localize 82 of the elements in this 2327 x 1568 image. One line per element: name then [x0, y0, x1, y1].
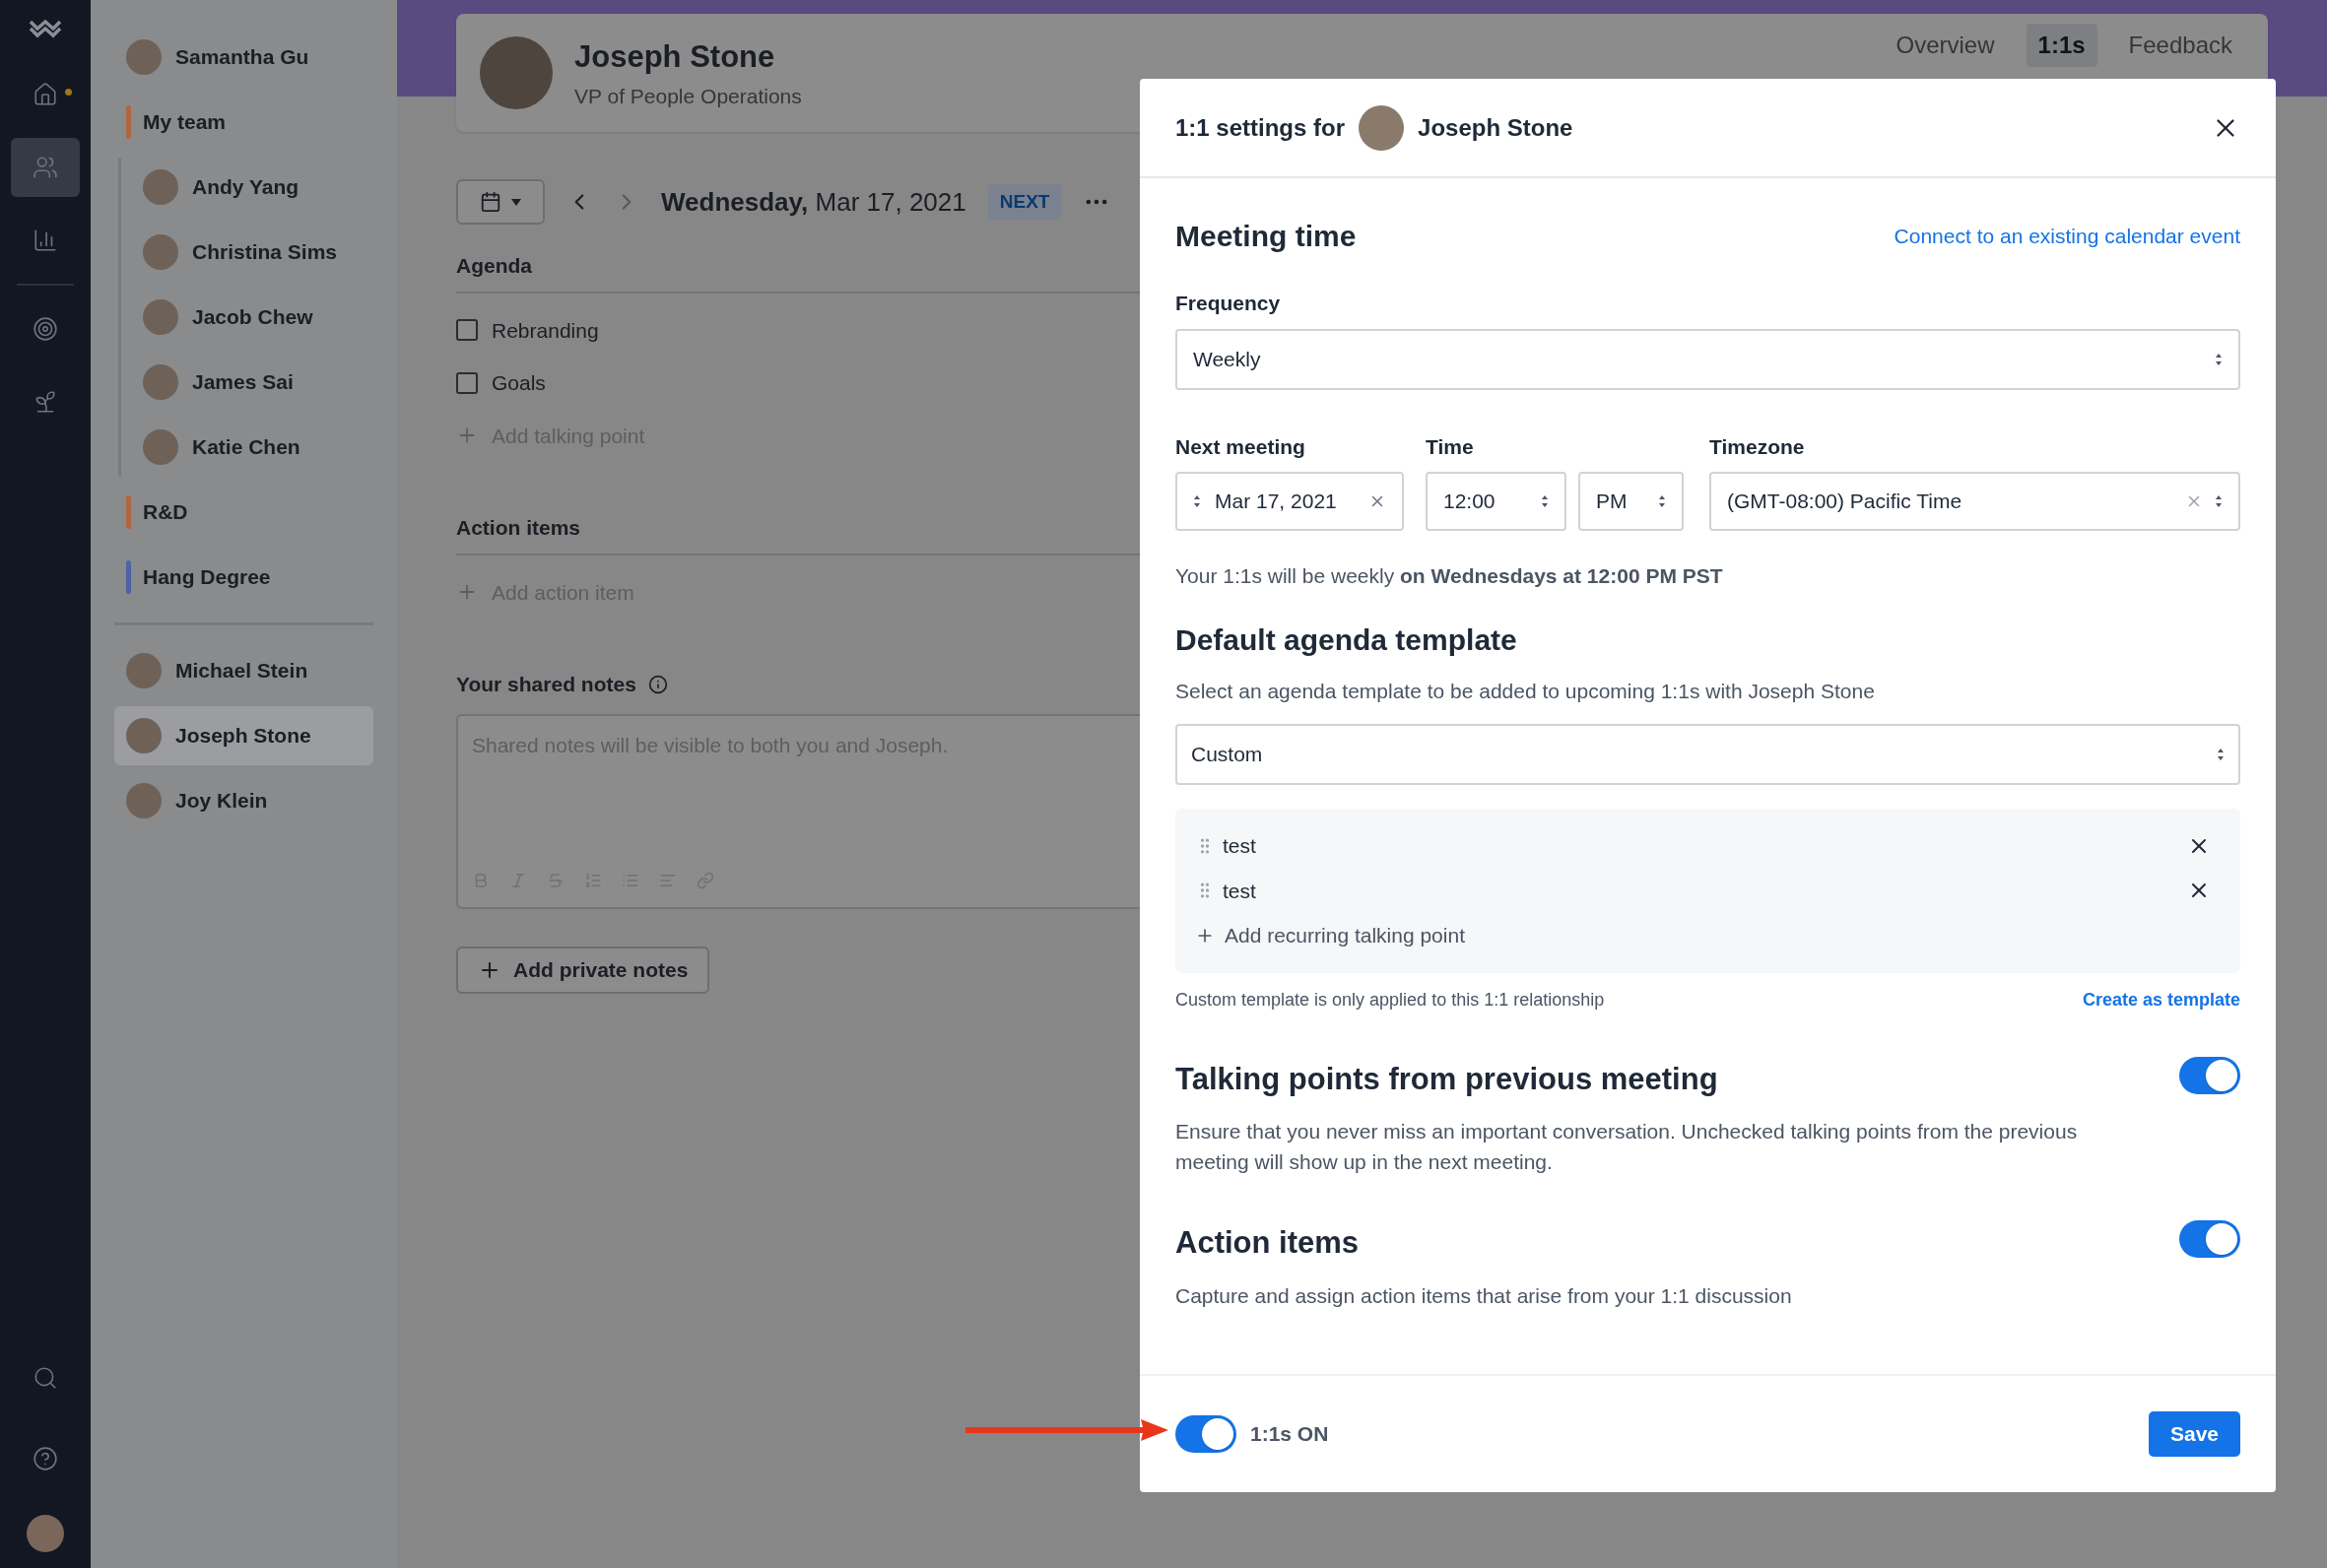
add-recurring-point-link[interactable]: Add recurring talking point: [1225, 920, 1465, 951]
calendar-icon: [480, 191, 501, 213]
sidebar-item[interactable]: Samantha Gu: [114, 28, 373, 87]
updown-icon: [1541, 494, 1549, 508]
chart-icon: [33, 228, 58, 253]
avatar: [143, 169, 178, 205]
field-label: Next meeting: [1175, 433, 1306, 460]
avatar: [143, 234, 178, 270]
avatar: [126, 39, 162, 75]
template-item: test: [1223, 833, 1257, 859]
profile-name: Joseph Stone: [574, 38, 776, 76]
calendar-link[interactable]: Connect to an existing calendar event: [1894, 220, 2240, 252]
checkbox[interactable]: [456, 319, 478, 342]
updown-icon: [2217, 748, 2225, 761]
search-icon[interactable]: [33, 1365, 58, 1391]
updown-icon: [1658, 494, 1666, 508]
target-icon: [33, 316, 58, 342]
field-label: Time: [1426, 433, 1475, 460]
sidebar-item[interactable]: Christina Sims: [131, 223, 373, 282]
avatar: [143, 299, 178, 335]
toggle-label: 1:1s ON: [1250, 1421, 1329, 1448]
add-private-notes-button[interactable]: Add private notes: [456, 946, 710, 994]
toggle-switch[interactable]: [1175, 1415, 1236, 1453]
date-field[interactable]: Mar 17, 2021: [1175, 472, 1404, 531]
section-description: Capture and assign action items that arise from your 1:1 discussion: [1175, 1282, 1793, 1309]
template-item: test: [1223, 878, 1257, 904]
section-heading: Action items: [1175, 1224, 1361, 1262]
profile-tab[interactable]: Feedback: [2116, 24, 2244, 67]
updown-icon: [2215, 494, 2223, 508]
caret-icon: [511, 198, 521, 206]
profile-tab[interactable]: 1:1s: [2026, 24, 2097, 67]
save-button[interactable]: Save: [2148, 1411, 2240, 1457]
schedule-summary: Your 1:1s will be weekly on Wednesdays at 12:00 PM PST: [1175, 563, 1724, 589]
template-note: Custom template is only applied to this 1:1 relationship: [1175, 988, 1605, 1012]
updown-icon: [2215, 352, 2223, 366]
frequency-select[interactable]: Weekly: [1175, 328, 2240, 390]
avatar: [126, 718, 162, 753]
next-badge: NEXT: [987, 183, 1062, 221]
field-label: Frequency: [1175, 291, 1282, 316]
profile-tab[interactable]: Overview: [1884, 24, 2007, 67]
sidebar-group[interactable]: My team: [114, 93, 373, 152]
sidebar-item[interactable]: Katie Chen: [131, 418, 373, 477]
user-avatar[interactable]: [27, 1515, 64, 1552]
section-heading: Talking points from previous meeting: [1175, 1060, 1719, 1098]
section-heading: Default agenda template: [1175, 621, 1518, 658]
talking-point: Rebranding: [492, 317, 599, 344]
logo-icon: [29, 18, 62, 39]
checkbox[interactable]: [456, 371, 478, 394]
sidebar-item[interactable]: Jacob Chew: [131, 288, 373, 347]
sidebar-item[interactable]: Michael Stein: [114, 641, 373, 700]
avatar: [126, 783, 162, 818]
avatar: [126, 653, 162, 688]
profile-title: VP of People Operations: [574, 83, 802, 109]
sidebar-item[interactable]: Andy Yang: [131, 158, 373, 217]
field-label: Timezone: [1709, 433, 1806, 460]
sidebar-group[interactable]: Hang Degree: [114, 548, 373, 607]
sidebar-item[interactable]: James Sai: [131, 353, 373, 412]
ampm-select[interactable]: PM: [1578, 472, 1684, 531]
updown-icon: [1193, 494, 1201, 508]
toggle-switch[interactable]: [2179, 1056, 2240, 1094]
template-description: Select an agenda template to be added to upcoming 1:1s with Joseph Stone: [1175, 678, 1876, 704]
toggle-switch[interactable]: [2179, 1220, 2240, 1258]
template-select[interactable]: Custom: [1175, 724, 2240, 785]
time-select[interactable]: 12:00: [1426, 472, 1566, 531]
sidebar-item[interactable]: Joy Klein: [114, 771, 373, 830]
help-icon[interactable]: [33, 1446, 58, 1471]
section-heading: Your shared notes: [456, 672, 636, 697]
timezone-select[interactable]: (GMT-08:00) Pacific Time: [1709, 472, 2240, 531]
avatar: [143, 429, 178, 465]
info-icon[interactable]: [647, 674, 668, 694]
calendar-dropdown-button[interactable]: [456, 179, 545, 225]
home-icon: [33, 82, 58, 107]
dialog-title: 1:1 settings for: [1175, 112, 1346, 143]
section-description: Ensure that you never miss an important conversation. Unchecked talking points from the previous meeting will show up in the next meeting.: [1175, 1119, 2079, 1175]
dialog-person: Joseph Stone: [1418, 112, 1573, 143]
avatar: [143, 364, 178, 400]
create-template-link[interactable]: Create as template: [2082, 986, 2240, 1013]
sidebar-group[interactable]: R&D: [114, 483, 373, 542]
talking-point: Goals: [492, 370, 546, 396]
sidebar-item[interactable]: Joseph Stone: [114, 706, 373, 765]
people-icon: [33, 155, 58, 180]
meeting-date: Wednesday, Mar 17, 2021: [661, 185, 966, 219]
